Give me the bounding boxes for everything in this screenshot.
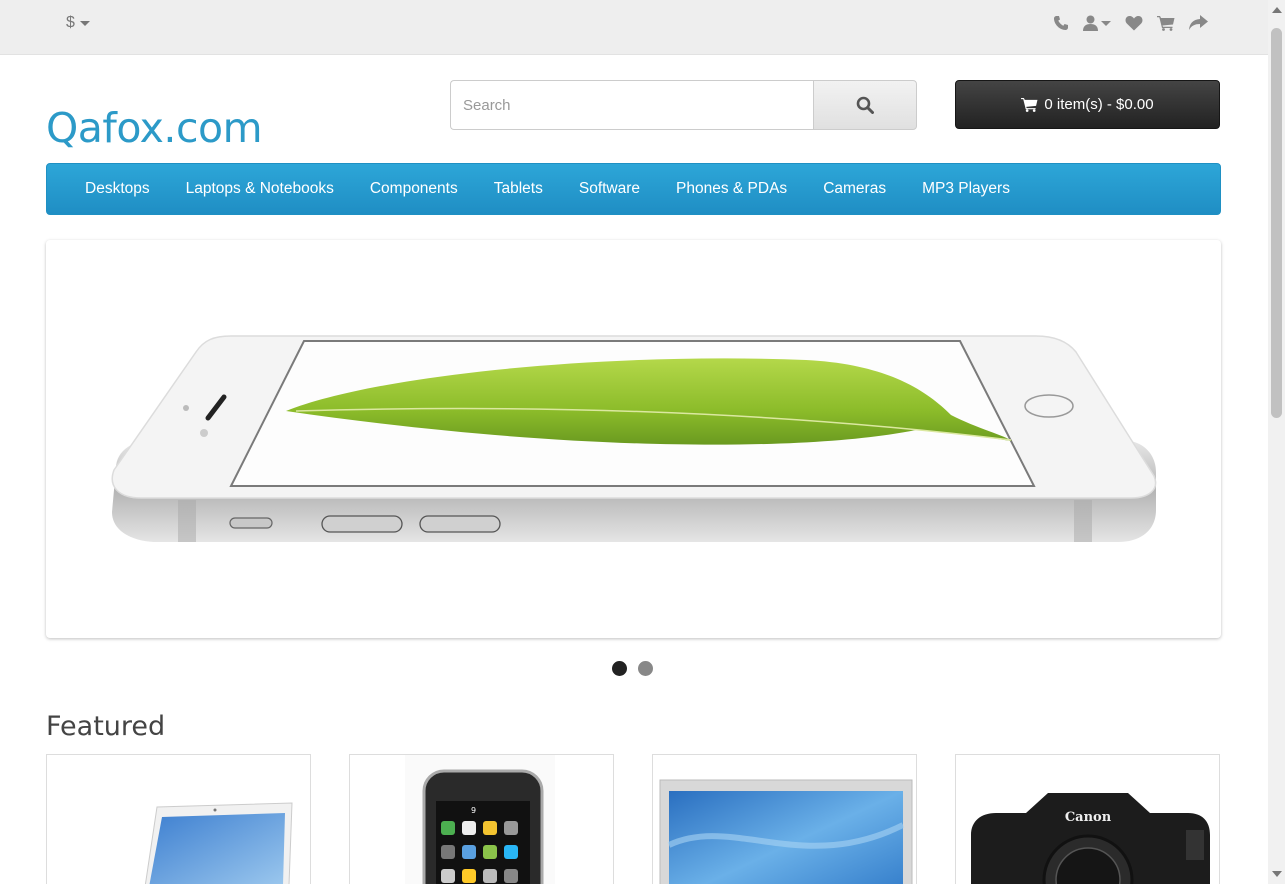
product-card-camera[interactable]: Canon: [955, 754, 1220, 884]
user-icon: [1083, 15, 1098, 31]
laptop-product-image: [144, 802, 293, 884]
camera-brand-text: Canon: [1065, 810, 1112, 825]
currency-symbol: $: [66, 14, 75, 31]
menu-item-desktops[interactable]: Desktops: [67, 164, 168, 214]
menu-item-laptops[interactable]: Laptops & Notebooks: [168, 164, 352, 214]
featured-heading: Featured: [46, 711, 166, 742]
account-dropdown[interactable]: [1083, 15, 1111, 31]
product-card-monitor[interactable]: [652, 754, 917, 884]
cart-total: 0 item(s) - $0.00: [1044, 96, 1154, 113]
monitor-product-image: [659, 779, 913, 884]
iphone-product-image: 9: [405, 755, 555, 884]
camera-product-image: Canon: [971, 793, 1210, 884]
iphone-banner-image: [111, 335, 1157, 542]
menu-item-software[interactable]: Software: [561, 164, 658, 214]
shopping-cart-icon: [1021, 97, 1038, 112]
cart-button[interactable]: 0 item(s) - $0.00: [955, 80, 1220, 129]
menu-item-tablets[interactable]: Tablets: [476, 164, 561, 214]
main-menu: Desktops Laptops & Notebooks Components …: [46, 163, 1221, 215]
site-logo[interactable]: Qafox.com: [46, 104, 263, 152]
search-icon: [856, 96, 874, 114]
slide-dot-1[interactable]: [612, 661, 627, 676]
scroll-up-arrow-icon[interactable]: [1272, 7, 1282, 13]
search-bar: [450, 80, 917, 130]
search-button[interactable]: [813, 80, 917, 130]
product-card-phone[interactable]: 9: [349, 754, 614, 884]
top-links: [1053, 15, 1208, 31]
menu-item-mp3-players[interactable]: MP3 Players: [904, 164, 1028, 214]
svg-text:9: 9: [471, 806, 476, 815]
slideshow-pagination: [612, 661, 653, 676]
slide-dot-2[interactable]: [638, 661, 653, 676]
heart-icon[interactable]: [1125, 15, 1143, 31]
top-bar: $: [0, 0, 1268, 55]
scroll-down-arrow-icon[interactable]: [1272, 871, 1282, 877]
scrollbar-thumb[interactable]: [1271, 28, 1282, 418]
cart-icon[interactable]: [1157, 15, 1175, 31]
product-card-laptop[interactable]: [46, 754, 311, 884]
menu-item-cameras[interactable]: Cameras: [805, 164, 904, 214]
search-input[interactable]: [450, 80, 813, 130]
caret-down-icon: [79, 20, 90, 26]
menu-item-phones[interactable]: Phones & PDAs: [658, 164, 805, 214]
share-icon[interactable]: [1189, 15, 1208, 31]
currency-dropdown[interactable]: $: [66, 14, 90, 32]
phone-icon[interactable]: [1053, 15, 1069, 31]
caret-down-icon: [1101, 20, 1111, 26]
menu-item-components[interactable]: Components: [352, 164, 476, 214]
slideshow[interactable]: [46, 240, 1221, 638]
page-scrollbar[interactable]: [1268, 0, 1285, 884]
